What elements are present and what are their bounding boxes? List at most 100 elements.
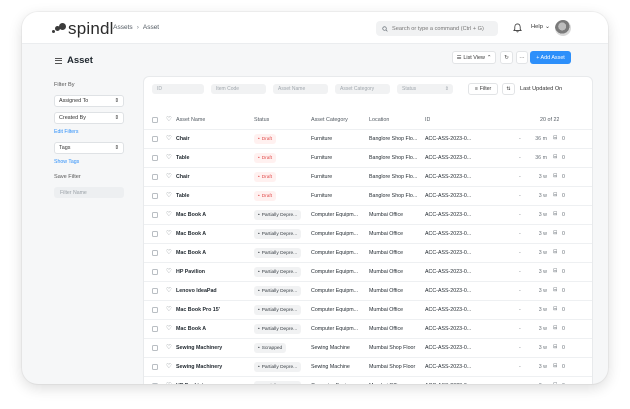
asset-name[interactable]: Table [176, 193, 250, 199]
status-badge: •Partially Depre... [254, 362, 302, 372]
asset-name[interactable]: HP Deskjet [176, 383, 250, 384]
heart-icon[interactable]: ♡ [166, 344, 172, 351]
heart-icon[interactable]: ♡ [166, 325, 172, 332]
sidebar-toggle-icon[interactable] [55, 57, 62, 64]
row-checkbox[interactable] [152, 326, 158, 332]
heart-icon[interactable]: ♡ [166, 192, 172, 199]
heart-icon[interactable]: ♡ [166, 382, 172, 384]
row-checkbox[interactable] [152, 383, 158, 384]
table-row[interactable]: ♡ Mac Book A • Partially Depre... Computer E… [144, 224, 592, 243]
list-view-button[interactable]: ☰ List View ⌃ [452, 51, 496, 64]
add-asset-button[interactable]: + Add Asset [530, 51, 571, 64]
heart-icon[interactable]: ♡ [166, 154, 172, 161]
asset-category: Sewing Machine [311, 364, 350, 370]
row-checkbox[interactable] [152, 345, 158, 351]
heart-icon[interactable]: ♡ [166, 173, 172, 180]
avatar[interactable] [555, 20, 571, 36]
breadcrumb-item-asset[interactable]: Asset [143, 24, 159, 31]
asset-name[interactable]: HP Pavilion [176, 269, 250, 275]
asset-name[interactable]: Mac Book Pro 15' [176, 307, 250, 313]
table-row[interactable]: ♡ Mac Book Pro 15' • Partially Depre... Comp… [144, 300, 592, 319]
tags-select[interactable]: Tags ⇕ [54, 142, 124, 154]
heart-icon[interactable]: ♡ [166, 306, 172, 313]
row-checkbox[interactable] [152, 155, 158, 161]
more-options-button[interactable]: ··· [516, 51, 528, 64]
row-dash: - [519, 250, 521, 256]
list-panel: ID Item Code Asset Name Asset Category S… [143, 76, 593, 384]
refresh-button[interactable]: ↻ [500, 51, 513, 64]
asset-name-filter[interactable]: Asset Name [273, 84, 328, 94]
table-row[interactable]: ♡ Table • Draft Furniture Banglore Shop Flo..… [144, 148, 592, 167]
row-checkbox[interactable] [152, 307, 158, 313]
table-row[interactable]: ♡ Sewing Machinery • Partially Depre... Sewi… [144, 357, 592, 376]
filter-name-input[interactable]: Filter Name [54, 187, 124, 198]
row-checkbox[interactable] [152, 231, 158, 237]
table-row[interactable]: ♡ HP Deskjet •Partially Depre... Computer E… [144, 376, 592, 384]
row-checkbox[interactable] [152, 136, 158, 142]
search-input[interactable] [392, 25, 492, 32]
table-row[interactable]: ♡ HP Pavilion • Partially Depre... Computer … [144, 262, 592, 281]
app-logo[interactable]: spindl [52, 19, 114, 39]
breadcrumb-item-assets[interactable]: Assets [113, 24, 133, 31]
status-filter[interactable]: Status ⇕ [397, 84, 453, 94]
asset-name[interactable]: Mac Book A [176, 212, 250, 218]
row-checkbox[interactable] [152, 269, 158, 275]
row-checkbox[interactable] [152, 193, 158, 199]
help-menu[interactable]: Help ⌄ [531, 24, 550, 30]
heart-icon[interactable]: ♡ [166, 249, 172, 256]
sort-by-label[interactable]: Last Updated On [520, 86, 562, 92]
heart-icon[interactable]: ♡ [166, 287, 172, 294]
status-badge: •Partially Depre... [254, 267, 302, 277]
asset-name[interactable]: Chair [176, 174, 250, 180]
row-checkbox[interactable] [152, 250, 158, 256]
show-tags-link[interactable]: Show Tags [54, 159, 126, 165]
asset-name[interactable]: Lenovo IdeaPad [176, 288, 250, 294]
table-row[interactable]: ♡ Mac Book A • Partially Depre... Computer E… [144, 243, 592, 262]
row-checkbox[interactable] [152, 174, 158, 180]
id-filter[interactable]: ID [152, 84, 204, 94]
more-icon: ··· [519, 54, 525, 61]
asset-name[interactable]: Table [176, 155, 250, 161]
heart-icon[interactable]: ♡ [166, 116, 172, 123]
bell-icon[interactable] [513, 23, 522, 33]
edit-filters-link[interactable]: Edit Filters [54, 129, 126, 135]
asset-category-filter[interactable]: Asset Category [335, 84, 390, 94]
table-row[interactable]: ♡ Mac Book A • Partially Depre... Computer E… [144, 205, 592, 224]
asset-name[interactable]: Chair [176, 136, 250, 142]
asset-id: ACC-ASS-2023-0... [425, 383, 485, 384]
table-row[interactable]: ♡ Table • Draft Furniture Banglore Shop Flo..… [144, 186, 592, 205]
asset-name[interactable]: Sewing Machinery [176, 364, 250, 370]
asset-name[interactable]: Sewing Machinery [176, 345, 250, 351]
asset-name[interactable]: Mac Book A [176, 326, 250, 332]
search-bar[interactable] [376, 21, 498, 36]
table-row[interactable]: ♡ Sewing Machinery • Scrapped Sewing Machine… [144, 338, 592, 357]
comment-count: 0 [562, 193, 565, 199]
asset-name[interactable]: Mac Book A [176, 250, 250, 256]
table-row[interactable]: ♡ Lenovo IdeaPad • Partially Depre... Comput… [144, 281, 592, 300]
row-checkbox[interactable] [152, 364, 158, 370]
comment-icon: ⊟ [553, 382, 557, 384]
heart-icon[interactable]: ♡ [166, 268, 172, 275]
select-all-checkbox[interactable] [152, 117, 158, 123]
assigned-to-select[interactable]: Assigned To ⇕ [54, 95, 124, 107]
heart-icon[interactable]: ♡ [166, 363, 172, 370]
asset-id: ACC-ASS-2023-0... [425, 250, 472, 256]
table-row[interactable]: ♡ Chair • Draft Furniture Banglore Shop Flo..… [144, 129, 592, 148]
comment-count: 0 [562, 345, 565, 351]
row-checkbox[interactable] [152, 288, 158, 294]
status-badge: •Partially Depre... [254, 324, 302, 334]
status-text: Partially Depre... [261, 212, 298, 218]
row-checkbox[interactable] [152, 212, 158, 218]
heart-icon[interactable]: ♡ [166, 135, 172, 142]
heart-icon[interactable]: ♡ [166, 211, 172, 218]
status-badge: •Partially Depre... [254, 381, 302, 384]
table-row[interactable]: ♡ Mac Book A • Partially Depre... Computer E… [144, 319, 592, 338]
table-row[interactable]: ♡ Chair • Draft Furniture Banglore Shop Flo..… [144, 167, 592, 186]
heart-icon[interactable]: ♡ [166, 230, 172, 237]
asset-name[interactable]: Mac Book A [176, 231, 250, 237]
chevron-updown-icon: ⌃ [486, 54, 492, 61]
created-by-select[interactable]: Created By ⇕ [54, 112, 124, 124]
item-code-filter[interactable]: Item Code [211, 84, 266, 94]
filter-button[interactable]: ≡ Filter [468, 83, 498, 95]
sort-direction-button[interactable]: ⇅ [502, 83, 515, 95]
